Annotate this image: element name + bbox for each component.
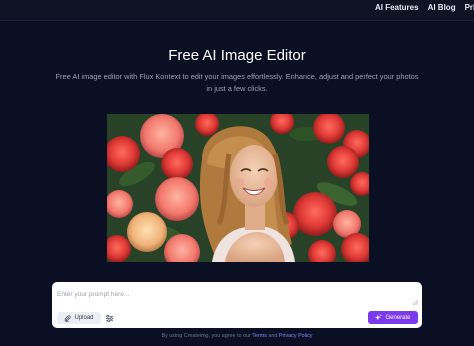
settings-button[interactable] — [103, 312, 115, 324]
resize-handle-icon[interactable] — [412, 299, 418, 305]
terms-prefix: By using Createimg, you agree to our — [161, 333, 251, 339]
terms-notice: By using Createimg, you agree to our Ter… — [0, 333, 474, 339]
upload-button[interactable]: Upload — [57, 312, 101, 324]
sparkle-icon — [375, 314, 383, 321]
nav-link-pricing[interactable]: Pricing — [465, 3, 474, 12]
page-subtitle: Free AI image editor with Flux Kontext t… — [55, 72, 419, 93]
page-title: Free AI Image Editor — [168, 47, 306, 64]
upload-label: Upload — [74, 315, 94, 321]
nav-link-ai-features[interactable]: AI Features — [375, 3, 419, 12]
prompt-input[interactable] — [57, 287, 415, 301]
top-navbar: AI Features AI Blog Pricing — [0, 0, 474, 21]
generate-button[interactable]: Generate — [368, 311, 418, 324]
hero-image — [107, 114, 369, 262]
main-nav: AI Features AI Blog Pricing — [375, 3, 474, 12]
generate-label: Generate — [385, 314, 411, 321]
paperclip-icon — [65, 314, 72, 322]
sliders-icon — [105, 314, 113, 322]
nav-link-ai-blog[interactable]: AI Blog — [428, 3, 456, 12]
terms-and: and — [268, 333, 278, 339]
prompt-card: Upload Generate — [52, 282, 422, 328]
terms-link[interactable]: Terms — [252, 333, 267, 339]
privacy-policy-link[interactable]: Privacy Policy — [279, 333, 313, 339]
hero-photo — [107, 114, 369, 262]
